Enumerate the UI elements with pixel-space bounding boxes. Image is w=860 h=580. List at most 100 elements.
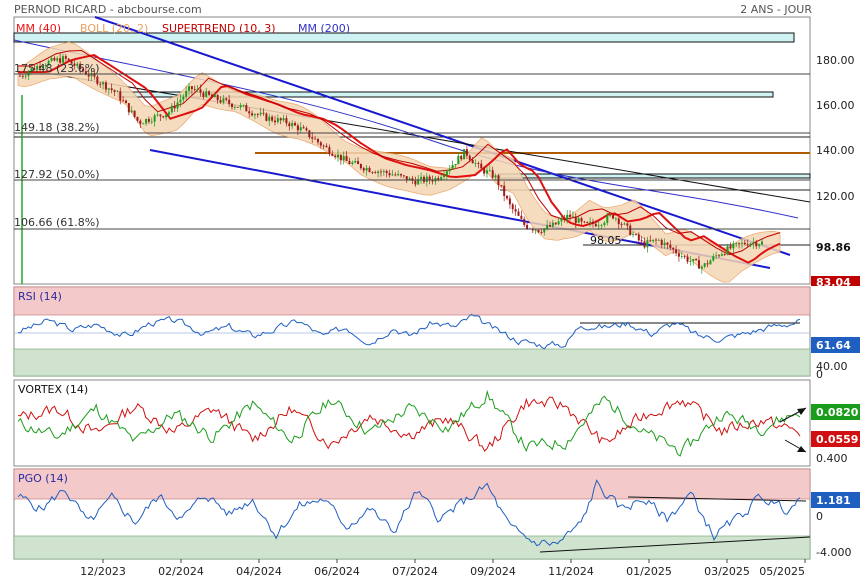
candle-body xyxy=(319,142,322,146)
candle-body xyxy=(53,57,56,61)
candle-body xyxy=(342,156,345,161)
candle-body xyxy=(104,82,107,90)
candle-body xyxy=(279,118,282,121)
candle-body xyxy=(268,116,271,121)
candle-body xyxy=(21,75,24,77)
candle-body xyxy=(712,256,715,261)
candle-body xyxy=(746,244,749,246)
candle-body xyxy=(680,256,683,258)
candle-body xyxy=(167,112,170,115)
candle-body xyxy=(677,253,680,257)
candle-body xyxy=(468,155,471,160)
candle-body xyxy=(113,90,116,92)
candle-body xyxy=(738,242,741,244)
candle-body xyxy=(560,218,563,222)
candle-body xyxy=(262,112,265,114)
candle-body xyxy=(110,88,113,91)
candle-body xyxy=(339,154,342,161)
candle-body xyxy=(365,167,368,171)
pgo-panel: PGO (14) 1.181 0 -4.000 xyxy=(13,468,860,560)
chart-title: PERNOD RICARD - abcbourse.com xyxy=(14,3,202,16)
candle-body xyxy=(634,234,637,235)
candle-body xyxy=(514,209,517,212)
legend-supertrend: SUPERTREND (10, 3) xyxy=(162,22,276,35)
candle-body xyxy=(308,130,311,138)
candle-body xyxy=(477,163,480,164)
candle-body xyxy=(554,222,557,225)
price-panel: MM (40) BOLL (20, 2) SUPERTREND (10, 3) … xyxy=(13,16,860,289)
annotation-98-05: 98.05 xyxy=(590,234,622,247)
candle-body xyxy=(165,114,168,118)
candle-body xyxy=(228,99,231,104)
candle-body xyxy=(176,102,179,109)
candle-body xyxy=(345,156,348,162)
rsi-oversold-zone xyxy=(13,348,811,377)
candle-body xyxy=(686,256,689,262)
candle-body xyxy=(655,239,657,241)
candle-body xyxy=(170,105,173,113)
candle-body xyxy=(213,95,216,98)
candle-body xyxy=(107,88,110,90)
candle-body xyxy=(574,216,577,223)
candle-body xyxy=(325,145,328,148)
candle-body xyxy=(50,57,53,61)
candle-body xyxy=(577,218,580,223)
candle-body xyxy=(359,164,362,169)
candle-body xyxy=(56,58,59,61)
candle-body xyxy=(102,82,105,85)
min-price-value: 83.04 xyxy=(816,276,851,289)
candle-body xyxy=(400,174,403,176)
candle-body xyxy=(139,120,142,124)
candle-body xyxy=(357,161,360,165)
candle-body xyxy=(24,75,27,77)
candle-body xyxy=(162,116,165,118)
candle-body xyxy=(282,118,285,121)
candle-body xyxy=(755,242,758,247)
candle-body xyxy=(397,174,400,176)
candle-body xyxy=(136,116,139,121)
vortex-plus-value: 0.0820 xyxy=(816,406,859,419)
candle-body xyxy=(457,155,460,165)
candle-body xyxy=(414,180,417,185)
candle-body xyxy=(586,222,589,223)
candle-body xyxy=(689,261,692,262)
candle-body xyxy=(133,110,136,117)
candle-body xyxy=(351,162,354,164)
candle-body xyxy=(67,58,70,61)
candle-body xyxy=(666,242,669,245)
candle-body xyxy=(697,260,700,269)
candle-body xyxy=(377,171,380,174)
candle-body xyxy=(210,94,213,98)
candle-body xyxy=(245,105,248,112)
price-tick-120: 120.00 xyxy=(816,190,855,203)
candle-body xyxy=(428,176,431,180)
candle-body xyxy=(299,127,302,131)
candle-body xyxy=(273,120,276,123)
fibo-label-38: 149.18 (38.2%) xyxy=(14,121,100,134)
x-tick-label: 06/2024 xyxy=(314,565,360,578)
candle-body xyxy=(219,100,222,103)
candle-body xyxy=(729,246,732,249)
candle-body xyxy=(520,215,523,219)
candle-body xyxy=(454,164,457,165)
candle-body xyxy=(130,110,133,113)
candle-body xyxy=(503,185,506,196)
candle-body xyxy=(233,106,236,108)
candle-body xyxy=(652,239,655,242)
candle-body xyxy=(494,175,497,178)
candle-body xyxy=(617,218,620,225)
pgo-tick-minus4: -4.000 xyxy=(816,546,851,559)
fibo-label-23: 175.48 (23.6%) xyxy=(14,62,100,75)
candle-body xyxy=(740,242,743,244)
vortex-title: VORTEX (14) xyxy=(18,383,88,396)
candle-body xyxy=(385,170,388,174)
vortex-panel: VORTEX (14) 0.0820 0.0559 0.400 xyxy=(13,379,860,467)
candle-body xyxy=(239,105,242,108)
candle-body xyxy=(703,263,706,267)
price-tick-180: 180.00 xyxy=(816,54,855,67)
candle-body xyxy=(597,225,600,227)
candle-body xyxy=(156,114,159,116)
rsi-value: 61.64 xyxy=(816,339,851,352)
candle-body xyxy=(506,195,509,199)
candle-body xyxy=(637,234,640,241)
